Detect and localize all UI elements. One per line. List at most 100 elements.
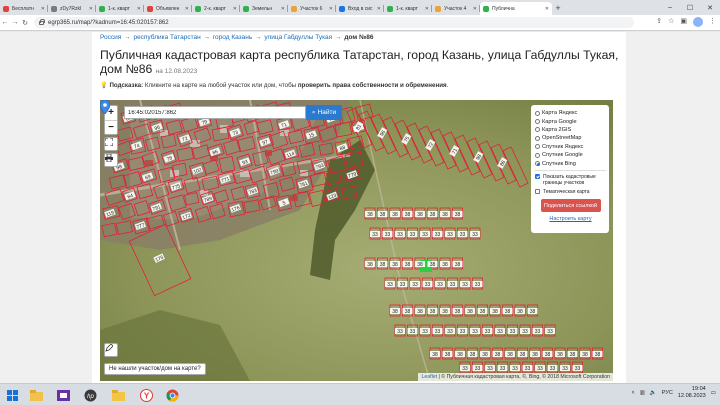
- layer-radio[interactable]: [535, 161, 540, 167]
- close-icon[interactable]: ✕: [700, 4, 720, 12]
- tab-close-icon[interactable]: ✕: [233, 6, 237, 12]
- tab-close-icon[interactable]: ✕: [377, 6, 381, 12]
- plot-number: 33: [522, 329, 528, 335]
- explorer-icon[interactable]: [28, 387, 44, 403]
- back-icon[interactable]: ←: [0, 19, 10, 26]
- browser-tab[interactable]: 1-к. кварт ✕: [96, 2, 144, 15]
- browser-tab[interactable]: Бесплатн ✕: [0, 2, 48, 15]
- show-borders-checkbox[interactable]: [535, 173, 540, 179]
- tab-close-icon[interactable]: ✕: [41, 6, 45, 12]
- print-button[interactable]: [104, 153, 118, 167]
- layer-radio[interactable]: [535, 110, 540, 116]
- hp-icon[interactable]: hp: [82, 387, 98, 403]
- layer-radio[interactable]: [535, 135, 540, 141]
- media-app-icon[interactable]: [55, 387, 71, 403]
- breadcrumb-city[interactable]: город Казань: [213, 34, 252, 41]
- breadcrumb-region[interactable]: республика Татарстан: [133, 34, 200, 41]
- layer-label: Спутник Google: [542, 152, 583, 159]
- show-borders-toggle[interactable]: Показать кадастровые границы участков: [535, 173, 606, 186]
- browser-tab[interactable]: 1-к. кварт ✕: [384, 2, 432, 15]
- layer-option[interactable]: Спутник Bing: [535, 159, 606, 167]
- notifications-icon[interactable]: ▭: [711, 390, 716, 396]
- url-input[interactable]: egrp365.ru/map/?kadnum=16:45:020157:862: [34, 17, 634, 28]
- plot-number: 33: [447, 232, 453, 238]
- draw-button[interactable]: [104, 343, 118, 357]
- tab-close-icon[interactable]: ✕: [425, 6, 429, 12]
- layer-radio[interactable]: [535, 127, 540, 133]
- browser-tab[interactable]: Земельн ✕: [240, 2, 288, 15]
- plot-number: 38: [505, 309, 511, 315]
- windows-start-icon[interactable]: [4, 387, 20, 403]
- reload-icon[interactable]: ↻: [20, 19, 30, 27]
- plot-number: 38: [392, 262, 398, 268]
- plot-number: 38: [442, 309, 448, 315]
- clock[interactable]: 19:04 12.08.2023: [678, 386, 706, 400]
- cadastral-map[interactable]: 8183967975747273717698788697155469102931…: [100, 100, 613, 381]
- layer-option[interactable]: Карта Яндекс: [535, 109, 606, 117]
- layer-radio[interactable]: [535, 119, 540, 125]
- setup-map-link[interactable]: Настроить карту: [535, 216, 606, 222]
- breadcrumb-root[interactable]: Россия: [100, 34, 121, 41]
- layer-option[interactable]: Карта Google: [535, 117, 606, 125]
- tab-close-icon[interactable]: ✕: [89, 6, 93, 12]
- tab-close-icon[interactable]: ✕: [473, 6, 477, 12]
- tab-close-icon[interactable]: ✕: [545, 6, 549, 12]
- maximize-icon[interactable]: ☐: [680, 4, 700, 12]
- layer-radio[interactable]: [535, 144, 540, 150]
- tab-favicon-icon: [483, 5, 489, 12]
- cadastral-search-input[interactable]: [124, 106, 306, 119]
- browser-tab[interactable]: Публична ✕: [480, 2, 552, 15]
- tab-close-icon[interactable]: ✕: [137, 6, 141, 12]
- plot-number: 38: [495, 352, 501, 358]
- browser-tab[interactable]: zDy7RzkI ✕: [48, 2, 96, 15]
- map-marker-icon[interactable]: [100, 100, 110, 114]
- breadcrumb-street[interactable]: улица Габдуллы Тукая: [264, 34, 332, 41]
- new-tab-button[interactable]: +: [552, 2, 564, 15]
- forward-icon[interactable]: →: [10, 19, 20, 26]
- tab-close-icon[interactable]: ✕: [281, 6, 285, 12]
- system-tray: ˄ ▥ 🔈 РУС 19:04 12.08.2023 ▭: [632, 386, 717, 400]
- find-button[interactable]: ⌕ Найти: [306, 105, 342, 120]
- layer-option[interactable]: OpenStreetMap: [535, 134, 606, 142]
- layer-option[interactable]: Спутник Google: [535, 151, 606, 159]
- browser-tab[interactable]: Участок 4 ✕: [432, 2, 480, 15]
- share-icon[interactable]: ⇪: [656, 17, 662, 27]
- fullscreen-button[interactable]: [104, 137, 118, 151]
- plot-number: 38: [457, 352, 463, 358]
- thematic-map-checkbox[interactable]: [535, 189, 540, 195]
- plot-number: 38: [532, 352, 538, 358]
- plot-number: 38: [417, 212, 423, 218]
- network-icon[interactable]: ▥: [640, 390, 645, 396]
- tab-close-icon[interactable]: ✕: [329, 6, 333, 12]
- avatar[interactable]: [693, 17, 703, 27]
- leaflet-link[interactable]: Leaflet: [421, 374, 437, 380]
- breadcrumb: Россия → республика Татарстан → город Ка…: [100, 34, 373, 41]
- chrome-icon[interactable]: [164, 387, 180, 403]
- yandex-browser-icon[interactable]: Y: [138, 387, 154, 403]
- layer-option[interactable]: Карта 2GIS: [535, 126, 606, 134]
- zoom-out-button[interactable]: −: [105, 120, 117, 134]
- not-found-button[interactable]: Не нашли участок/дом на карте?: [104, 363, 206, 375]
- volume-icon[interactable]: 🔈: [650, 390, 657, 396]
- plot-number: 38: [445, 352, 451, 358]
- minimize-icon[interactable]: –: [660, 4, 680, 11]
- thematic-map-toggle[interactable]: Тематическая карта: [535, 188, 606, 196]
- folder-icon[interactable]: [110, 387, 126, 403]
- language-indicator[interactable]: РУС: [662, 390, 673, 396]
- plot-number: 38: [417, 262, 423, 268]
- share-link-button[interactable]: Поделиться ссылкой: [540, 199, 601, 213]
- browser-tab[interactable]: Объявлен ✕: [144, 2, 192, 15]
- star-icon[interactable]: ☆: [668, 17, 674, 27]
- layer-radio[interactable]: [535, 152, 540, 158]
- browser-tab[interactable]: Вход в сис ✕: [336, 2, 384, 15]
- extensions-icon[interactable]: ▣: [680, 17, 687, 27]
- tab-favicon-icon: [3, 5, 9, 12]
- tab-close-icon[interactable]: ✕: [185, 6, 189, 12]
- browser-tab[interactable]: 2-к. кварт ✕: [192, 2, 240, 15]
- tray-expand-icon[interactable]: ˄: [632, 390, 635, 396]
- browser-tab[interactable]: Участок 6 ✕: [288, 2, 336, 15]
- layer-option[interactable]: Спутник Яндекс: [535, 143, 606, 151]
- plot-number: 33: [397, 232, 403, 238]
- menu-icon[interactable]: ⋮: [709, 17, 716, 27]
- plot-number: 33: [422, 329, 428, 335]
